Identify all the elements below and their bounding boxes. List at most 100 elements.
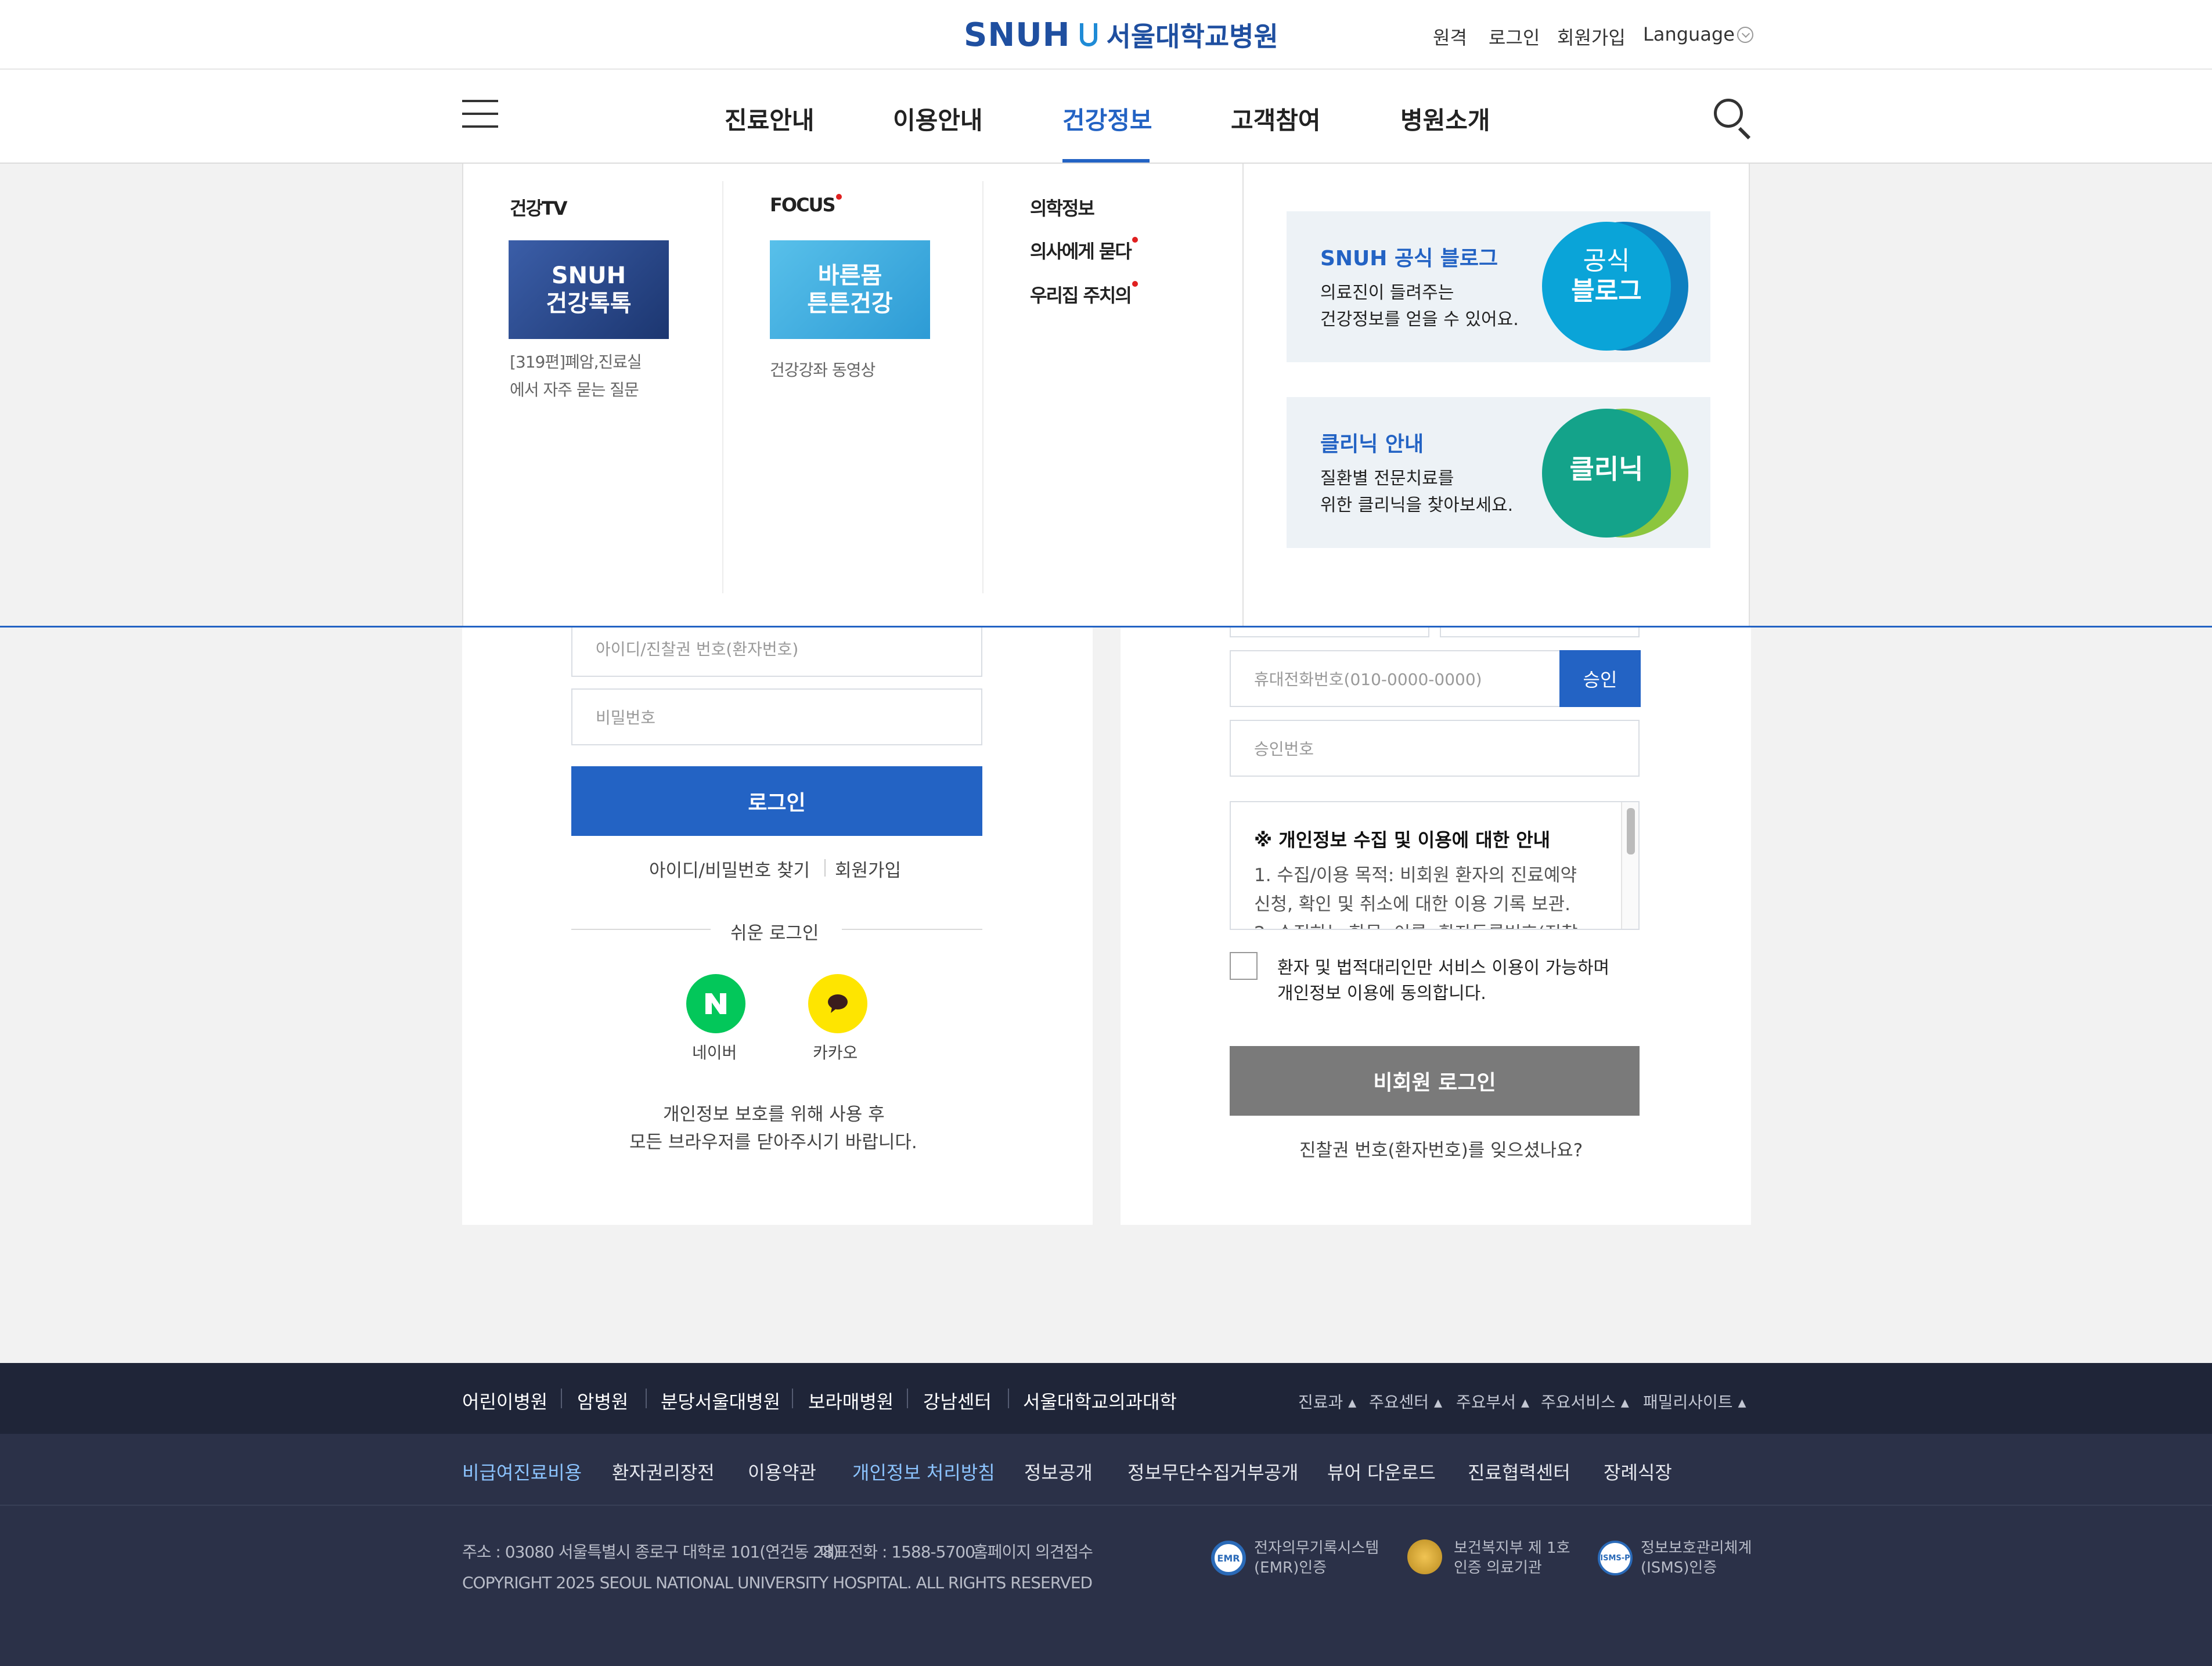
logo-text-ko: 서울대학교병원 — [1106, 21, 1278, 52]
new-dot-icon — [1132, 237, 1138, 243]
language-select[interactable]: Language — [1643, 23, 1735, 45]
name-input[interactable] — [1230, 627, 1429, 637]
footer-dropdown-centers[interactable]: 주요센터 ▴ — [1369, 1390, 1442, 1413]
menu-col-divider — [722, 181, 723, 593]
thumb-line: 건강톡톡 — [546, 290, 632, 317]
login-button[interactable]: 로그인 — [571, 766, 982, 836]
member-join-link[interactable]: 회원가입 — [835, 856, 901, 882]
focus-caption[interactable]: 건강강좌 동영상 — [770, 356, 876, 384]
footer-family-link[interactable]: 강남센터 — [923, 1387, 992, 1414]
footer-family-link[interactable]: 어린이병원 — [462, 1387, 547, 1414]
focus-thumbnail[interactable]: 바른몸 튼튼건강 — [770, 240, 930, 339]
footer-dropdown-offices[interactable]: 주요부서 ▴ — [1456, 1390, 1529, 1413]
footer-feedback-link[interactable]: 홈페이지 의견접수 — [973, 1539, 1093, 1563]
footer-dropdown-family-sites[interactable]: 패밀리사이트 ▴ — [1643, 1390, 1746, 1413]
security-notice-line1: 개인정보 보호를 위해 사용 후 — [663, 1104, 885, 1125]
id-input[interactable]: 아이디/진찰권 번호(환자번호) — [571, 620, 982, 677]
menu-col-divider — [982, 181, 983, 593]
nav-item-care-guide[interactable]: 진료안내 — [725, 101, 815, 136]
menu-icon[interactable] — [462, 100, 498, 129]
new-dot-icon — [835, 194, 842, 200]
footer-policy-link[interactable]: 진료협력센터 — [1468, 1458, 1570, 1485]
scrollbar-thumb[interactable] — [1627, 808, 1635, 854]
cert-line: (ISMS)인증 — [1641, 1559, 1717, 1577]
signup-link[interactable]: 회원가입 — [1557, 23, 1626, 50]
footer-policy-link[interactable]: 뷰어 다운로드 — [1327, 1458, 1436, 1485]
nav-item-health-info[interactable]: 건강정보 — [1062, 101, 1152, 136]
login-link[interactable]: 로그인 — [1489, 23, 1540, 50]
emr-cert-text: 전자의무기록시스템 (EMR)인증 — [1254, 1538, 1379, 1578]
chevron-down-icon[interactable] — [1737, 27, 1753, 43]
birth-input[interactable] — [1440, 627, 1640, 637]
promo-blog-desc: 의료진이 들려주는 건강정보를 얻을 수 있어요. — [1320, 280, 1519, 333]
health-tv-thumbnail[interactable]: SNUH 건강톡톡 — [509, 240, 669, 339]
footer-family-link[interactable]: 분당서울대병원 — [661, 1387, 780, 1414]
privacy-notice-box[interactable]: ※ 개인정보 수집 및 이용에 대한 안내 1. 수집/이용 목적: 비회원 환… — [1230, 801, 1640, 930]
phone-input[interactable]: 휴대전화번호(010-0000-0000) — [1230, 650, 1561, 707]
kakao-login-button[interactable] — [808, 974, 867, 1033]
hospital-logo[interactable]: SNUH 서울대학교병원 — [964, 16, 1278, 54]
kakao-icon — [828, 994, 848, 1013]
menu-link-ask-doctor[interactable]: 의사에게 묻다 — [1030, 237, 1138, 264]
privacy-line1: 1. 수집/이용 목적: 비회원 환자의 진료예약 — [1254, 865, 1577, 886]
footer-dropdown-depts[interactable]: 진료과 ▴ — [1298, 1390, 1356, 1413]
blog-badge-icon: 공식 블로그 — [1542, 222, 1671, 351]
dropdown-label: 패밀리사이트 — [1643, 1393, 1733, 1412]
search-icon[interactable] — [1713, 98, 1753, 140]
menu-link-medical-info[interactable]: 의학정보 — [1030, 194, 1095, 221]
nav-item-usage-guide[interactable]: 이용안내 — [893, 101, 983, 136]
menu-promo-divider — [1242, 164, 1244, 627]
nav-item-customer[interactable]: 고객참여 — [1231, 101, 1321, 136]
approve-button[interactable]: 승인 — [1559, 650, 1641, 707]
password-input[interactable]: 비밀번호 — [571, 688, 982, 745]
footer-policy-link[interactable]: 비급여진료비용 — [462, 1458, 582, 1485]
divider-right — [842, 929, 982, 930]
footer-policy-link[interactable]: 이용약관 — [748, 1458, 816, 1485]
footer-family-link[interactable]: 서울대학교의과대학 — [1023, 1387, 1177, 1414]
dropdown-label: 주요센터 — [1369, 1393, 1429, 1412]
dropdown-label: 주요부서 — [1456, 1393, 1516, 1412]
cert-line: 인증 의료기관 — [1454, 1559, 1542, 1577]
logo-mark-icon — [1079, 23, 1097, 46]
cert-line: 전자의무기록시스템 — [1254, 1539, 1379, 1557]
family-doctor-label: 우리집 주치의 — [1030, 284, 1132, 306]
menu-link-focus[interactable]: FOCUS — [770, 194, 842, 216]
promo-official-blog[interactable]: SNUH 공식 블로그 의료진이 들려주는 건강정보를 얻을 수 있어요. 공식… — [1287, 211, 1710, 362]
footer-divider — [907, 1389, 908, 1408]
focus-label: FOCUS — [770, 194, 836, 216]
caption-line: 에서 자주 묻는 질문 — [510, 380, 639, 399]
agree-checkbox[interactable] — [1230, 952, 1258, 980]
privacy-scrollbar[interactable] — [1621, 802, 1638, 929]
easy-login-label: 쉬운 로그인 — [730, 923, 819, 944]
thumb-line: SNUH — [551, 262, 626, 289]
footer-policy-link[interactable]: 환자권리장전 — [612, 1458, 715, 1485]
nav-item-about[interactable]: 병원소개 — [1400, 101, 1490, 136]
menu-link-family-doctor[interactable]: 우리집 주치의 — [1030, 281, 1138, 308]
guest-login-button[interactable]: 비회원 로그인 — [1230, 1046, 1640, 1116]
naver-login-button[interactable] — [686, 974, 745, 1033]
footer-family-link[interactable]: 암병원 — [577, 1387, 628, 1414]
find-id-pw-link[interactable]: 아이디/비밀번호 찾기 — [649, 856, 810, 882]
menu-link-health-tv[interactable]: 건강TV — [510, 194, 567, 221]
footer-policy-link[interactable]: 장례식장 — [1604, 1458, 1672, 1485]
emr-cert-badge-icon: EMR — [1211, 1541, 1246, 1575]
footer-dropdown-services[interactable]: 주요서비스 ▴ — [1541, 1390, 1629, 1413]
footer-policy-link[interactable]: 개인정보 처리방침 — [852, 1458, 995, 1485]
footer-policy-link[interactable]: 정보공개 — [1024, 1458, 1093, 1485]
isms-cert-text: 정보보호관리체계 (ISMS)인증 — [1641, 1538, 1752, 1578]
forgot-patient-number-link[interactable]: 진찰권 번호(환자번호)를 잊으셨나요? — [1299, 1135, 1583, 1162]
cert-line: 정보보호관리체계 — [1641, 1539, 1752, 1557]
remote-link[interactable]: 원격 — [1433, 23, 1467, 50]
approval-code-input[interactable]: 승인번호 — [1230, 720, 1640, 777]
logo-text-en: SNUH — [964, 16, 1071, 54]
footer-divider — [1008, 1389, 1009, 1408]
health-tv-caption[interactable]: [319편]폐암,진료실 에서 자주 묻는 질문 — [510, 348, 642, 404]
cert-line: 보건복지부 제 1호 — [1454, 1539, 1570, 1557]
footer-address: 주소 : 03080 서울특별시 종로구 대학로 101(연건동 28) — [462, 1542, 839, 1562]
footer-family-link[interactable]: 보라매병원 — [808, 1387, 894, 1414]
footer-policy-link[interactable]: 정보무단수집거부공개 — [1127, 1458, 1298, 1485]
badge-line: 블로그 — [1571, 276, 1642, 306]
divider-left — [571, 929, 711, 930]
promo-blog-title: SNUH 공식 블로그 — [1320, 247, 1498, 271]
promo-clinic-guide[interactable]: 클리닉 안내 질환별 전문치료를 위한 클리닉을 찾아보세요. 클리닉 — [1287, 397, 1710, 548]
